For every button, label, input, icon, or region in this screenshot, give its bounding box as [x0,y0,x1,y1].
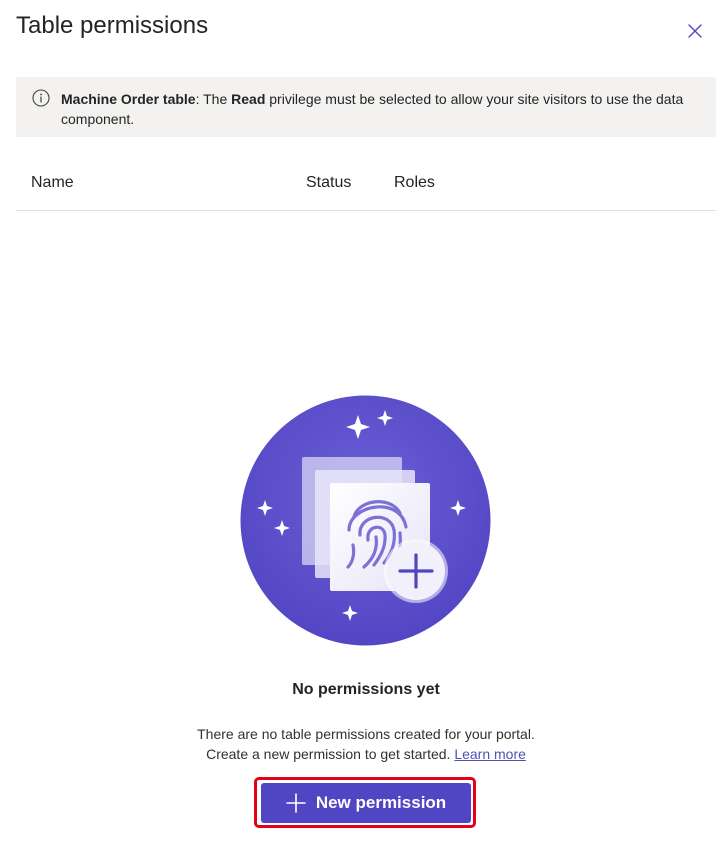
info-privilege: Read [231,91,266,107]
empty-state-description: There are no table permissions created f… [0,724,722,764]
panel-title: Table permissions [16,12,209,39]
empty-state-line1: There are no table permissions created f… [197,726,535,742]
info-text-before: : The [195,91,232,107]
empty-state-title: No permissions yet [292,681,440,698]
new-permission-label: New permission [315,793,447,812]
empty-state-line2-wrap: Create a new permission to get started. … [0,744,722,764]
column-header-name[interactable]: Name [31,174,74,192]
info-message-bar: Machine Order table: The Read privilege … [16,77,716,137]
close-button[interactable] [682,18,708,44]
info-icon [32,89,50,107]
column-header-roles[interactable]: Roles [394,174,435,192]
plus-icon [286,793,306,813]
empty-state-line2: Create a new permission to get started. [206,746,451,762]
fingerprint-plus-illustration [240,395,491,646]
info-table-name: Machine Order table [61,91,196,107]
close-icon[interactable] [687,23,703,39]
table-header: Name Status Roles [16,162,716,211]
learn-more-link[interactable]: Learn more [454,746,526,762]
new-permission-button[interactable]: New permission [261,783,471,823]
column-header-status[interactable]: Status [306,174,351,192]
